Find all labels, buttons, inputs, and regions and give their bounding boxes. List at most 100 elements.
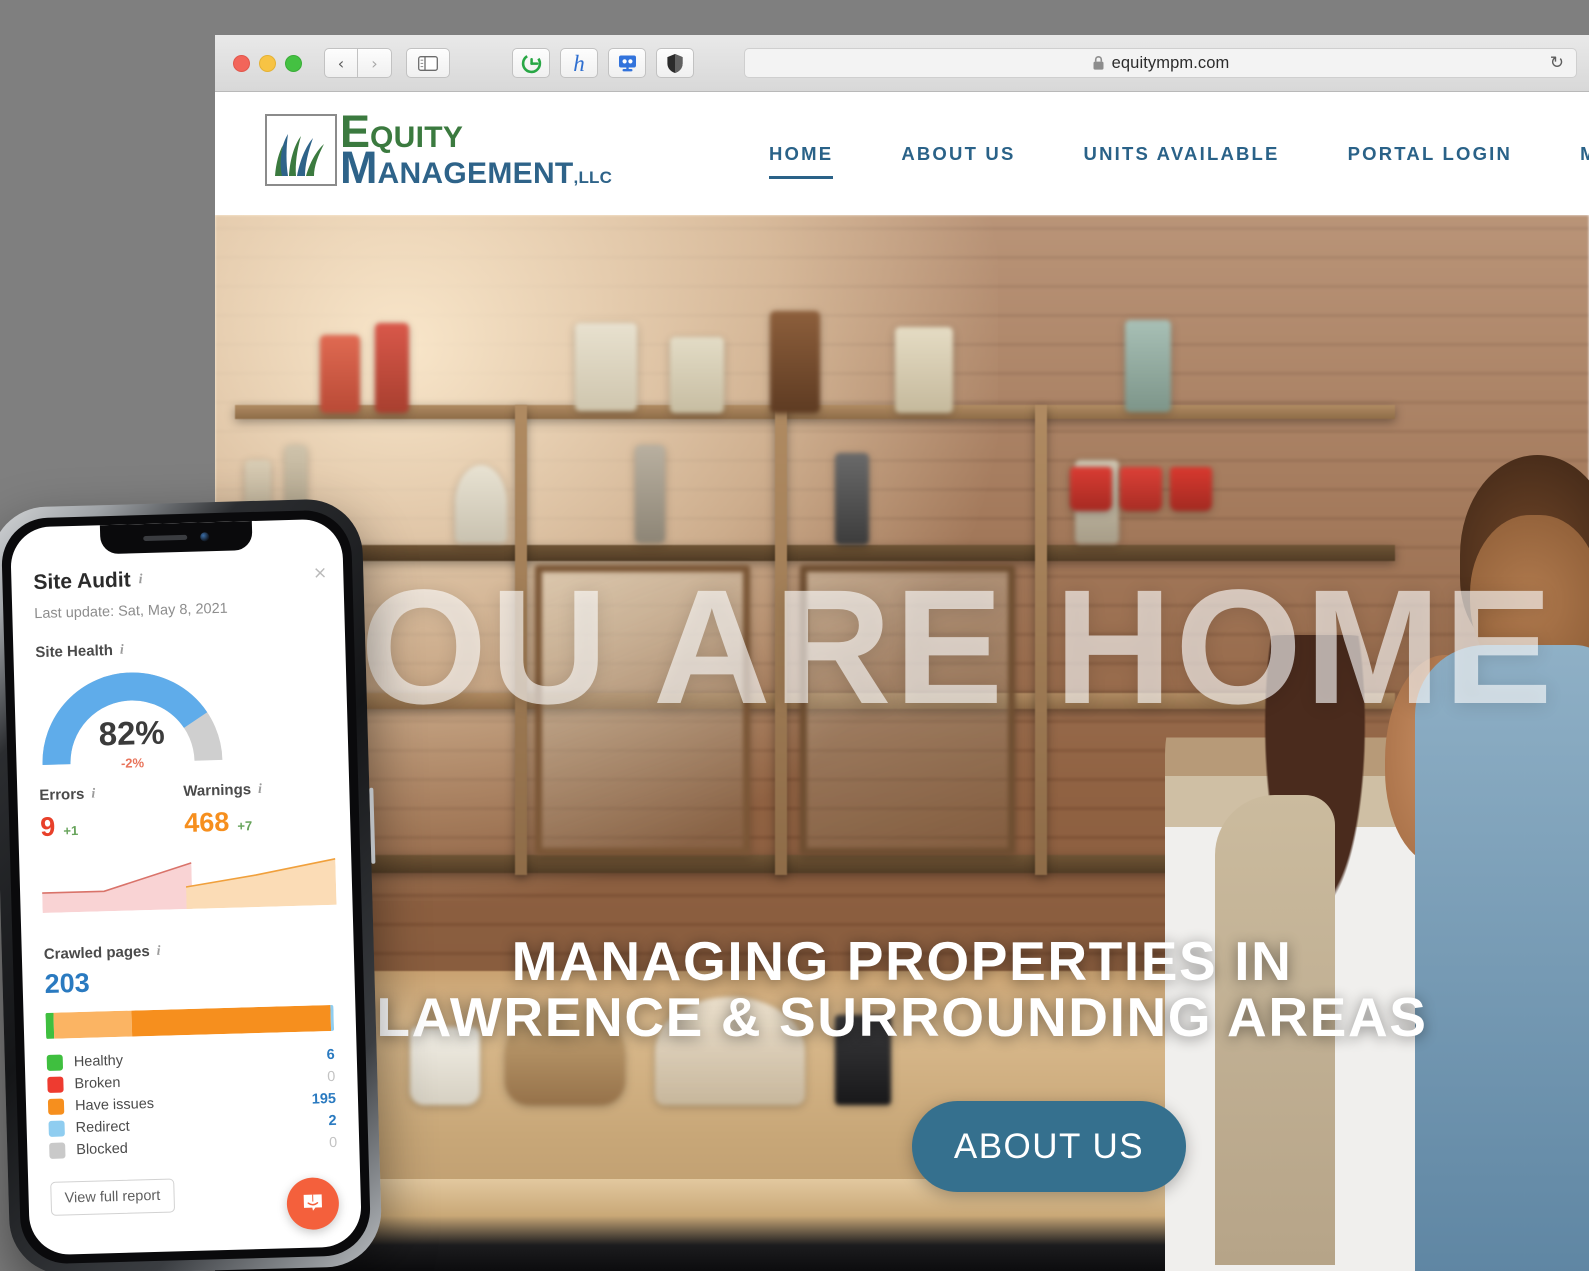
grass-icon [275,133,324,176]
legend-label-blocked: Blocked [76,1140,129,1159]
minimize-window-button[interactable] [259,54,276,72]
phone-mockup: × Site Audit i Last update: Sat, May 8, … [0,497,383,1271]
back-button[interactable]: ‹ [324,48,358,78]
audit-metrics: Errors i 9 +1 Warnings i 468 +7 [39,779,337,918]
honey-extension-button[interactable]: h [560,48,598,78]
view-full-report-button[interactable]: View full report [50,1178,175,1216]
logo-suffix-llc: ,LLC [573,168,613,187]
crawled-bar-segment-issues-light [53,1010,132,1039]
errors-metric: Errors i 9 +1 [39,783,193,918]
grass-logo-mark [265,113,337,186]
hero-background-photo [215,215,1589,1271]
legend-swatch-blocked [49,1142,66,1159]
errors-label: Errors i [39,783,183,804]
browser-extensions: h [512,48,694,78]
errors-label-text: Errors [39,785,85,805]
errors-value: 9 [39,811,56,843]
window-traffic-lights[interactable] [233,54,302,72]
address-bar-content: equitympm.com [745,54,1576,73]
about-us-button-label: ABOUT US [953,1126,1145,1166]
phone-screen: × Site Audit i Last update: Sat, May 8, … [9,518,363,1256]
chat-bubble-icon [303,1194,322,1211]
sidebar-toggle-icon [418,55,438,71]
phone-bezel: × Site Audit i Last update: Sat, May 8, … [0,509,372,1265]
site-audit-widget: × Site Audit i Last update: Sat, May 8, … [10,519,362,1256]
zoom-window-button[interactable] [285,54,302,72]
jar-white-1 [455,465,507,543]
logo-rest-anagement: ANAGEMENT [377,157,574,190]
close-window-button[interactable] [233,54,250,72]
legend-value-have-issues: 195 [311,1090,337,1108]
nav-label-about-us: ABOUT US [901,142,1016,164]
crawled-pages-value: 203 [44,967,91,999]
hero-section: YOU ARE HOME MANAGING PROPERTIES IN LAWR… [215,215,1589,1271]
nav-label-maintenance: MAINTENANCE [1580,143,1589,164]
warnings-value-row: 468 +7 [184,804,329,839]
nav-item-about-us[interactable]: ABOUT US [867,143,1049,165]
browser-toolbar: ‹ › h equitympm.com ↻ [215,35,1589,92]
about-us-button[interactable]: ABOUT US [912,1101,1186,1192]
jar-red-2 [375,323,409,413]
info-icon[interactable]: i [120,642,124,658]
hero-subheading-line2: LAWRENCE & SURROUNDING AREAS [376,986,1428,1049]
warnings-metric: Warnings i 468 +7 [183,779,337,914]
crawled-pages-label-text: Crawled pages [43,943,150,963]
phone-notch [99,521,253,555]
sidebar-toggle-button[interactable] [406,48,450,78]
jar-cream-2 [670,337,724,413]
site-logo[interactable]: E QUITY M ANAGEMENT ,LLC [265,109,612,190]
reload-icon[interactable]: ↻ [1550,53,1564,73]
nav-item-maintenance[interactable]: MAINTENANCE [1546,143,1589,165]
navigation-buttons: ‹ › [324,48,392,78]
warnings-delta: +7 [237,818,253,834]
browser-window: ‹ › h equitympm.com ↻ E QUITY M ANAGEMEN… [215,35,1589,1271]
errors-delta: +1 [63,822,79,839]
earpiece-speaker-icon [143,534,188,542]
site-audit-title: Site Audit i [33,563,322,595]
jar-green-1 [1125,320,1171,412]
legend-swatch-have-issues [47,1098,65,1115]
nav-label-home: HOME [769,142,834,164]
nav-item-home[interactable]: HOME [735,142,867,179]
logo-wordmark: E QUITY M ANAGEMENT ,LLC [340,109,612,190]
phone-body: × Site Audit i Last update: Sat, May 8, … [0,497,383,1271]
legend-value-blocked: 0 [328,1134,338,1152]
robot-extension-button[interactable] [608,48,646,78]
legend-value-broken: 0 [327,1068,336,1086]
site-health-label: Site Health i [35,636,323,661]
info-icon[interactable]: i [156,943,160,959]
jar-cream-1 [575,323,637,411]
chevron-right-icon: › [371,53,378,73]
hero-subheading: MANAGING PROPERTIES IN LAWRENCE & SURROU… [215,933,1589,1045]
info-icon[interactable]: i [91,786,95,802]
address-bar[interactable]: equitympm.com ↻ [744,48,1577,78]
grammarly-extension-icon [521,53,541,73]
nav-item-portal-login[interactable]: PORTAL LOGIN [1314,143,1546,165]
shield-extension-button[interactable] [656,48,694,78]
info-icon[interactable]: i [258,781,262,797]
grammarly-extension-button[interactable] [512,48,550,78]
errors-sparkline [42,862,193,914]
last-update-text: Last update: Sat, May 8, 2021 [34,600,228,623]
hero-headline: YOU ARE HOME [248,555,1556,738]
crawled-pages-label: Crawled pages i [44,938,332,963]
warnings-label: Warnings i [183,779,327,800]
shield-extension-icon [667,53,683,73]
lock-icon [1093,56,1104,70]
jar-brown-1 [770,311,820,413]
nav-item-units-available[interactable]: UNITS AVAILABLE [1050,143,1314,165]
chevron-left-icon: ‹ [337,53,345,73]
site-audit-title-label: Site Audit [33,568,131,595]
robot-extension-icon [618,55,636,71]
close-icon[interactable]: × [313,563,328,583]
forward-button[interactable]: › [358,48,392,78]
site-health-value: 82% [98,713,166,753]
red-mug-2 [1120,467,1162,511]
chat-bubble-button[interactable] [286,1176,340,1231]
front-camera-icon [200,532,210,542]
warnings-label-text: Warnings [183,781,252,801]
logo-cap-m: M [340,142,378,193]
info-icon[interactable]: i [138,572,142,588]
crawled-bar-segment-issues [131,1005,332,1037]
red-mug-3 [1170,467,1212,511]
